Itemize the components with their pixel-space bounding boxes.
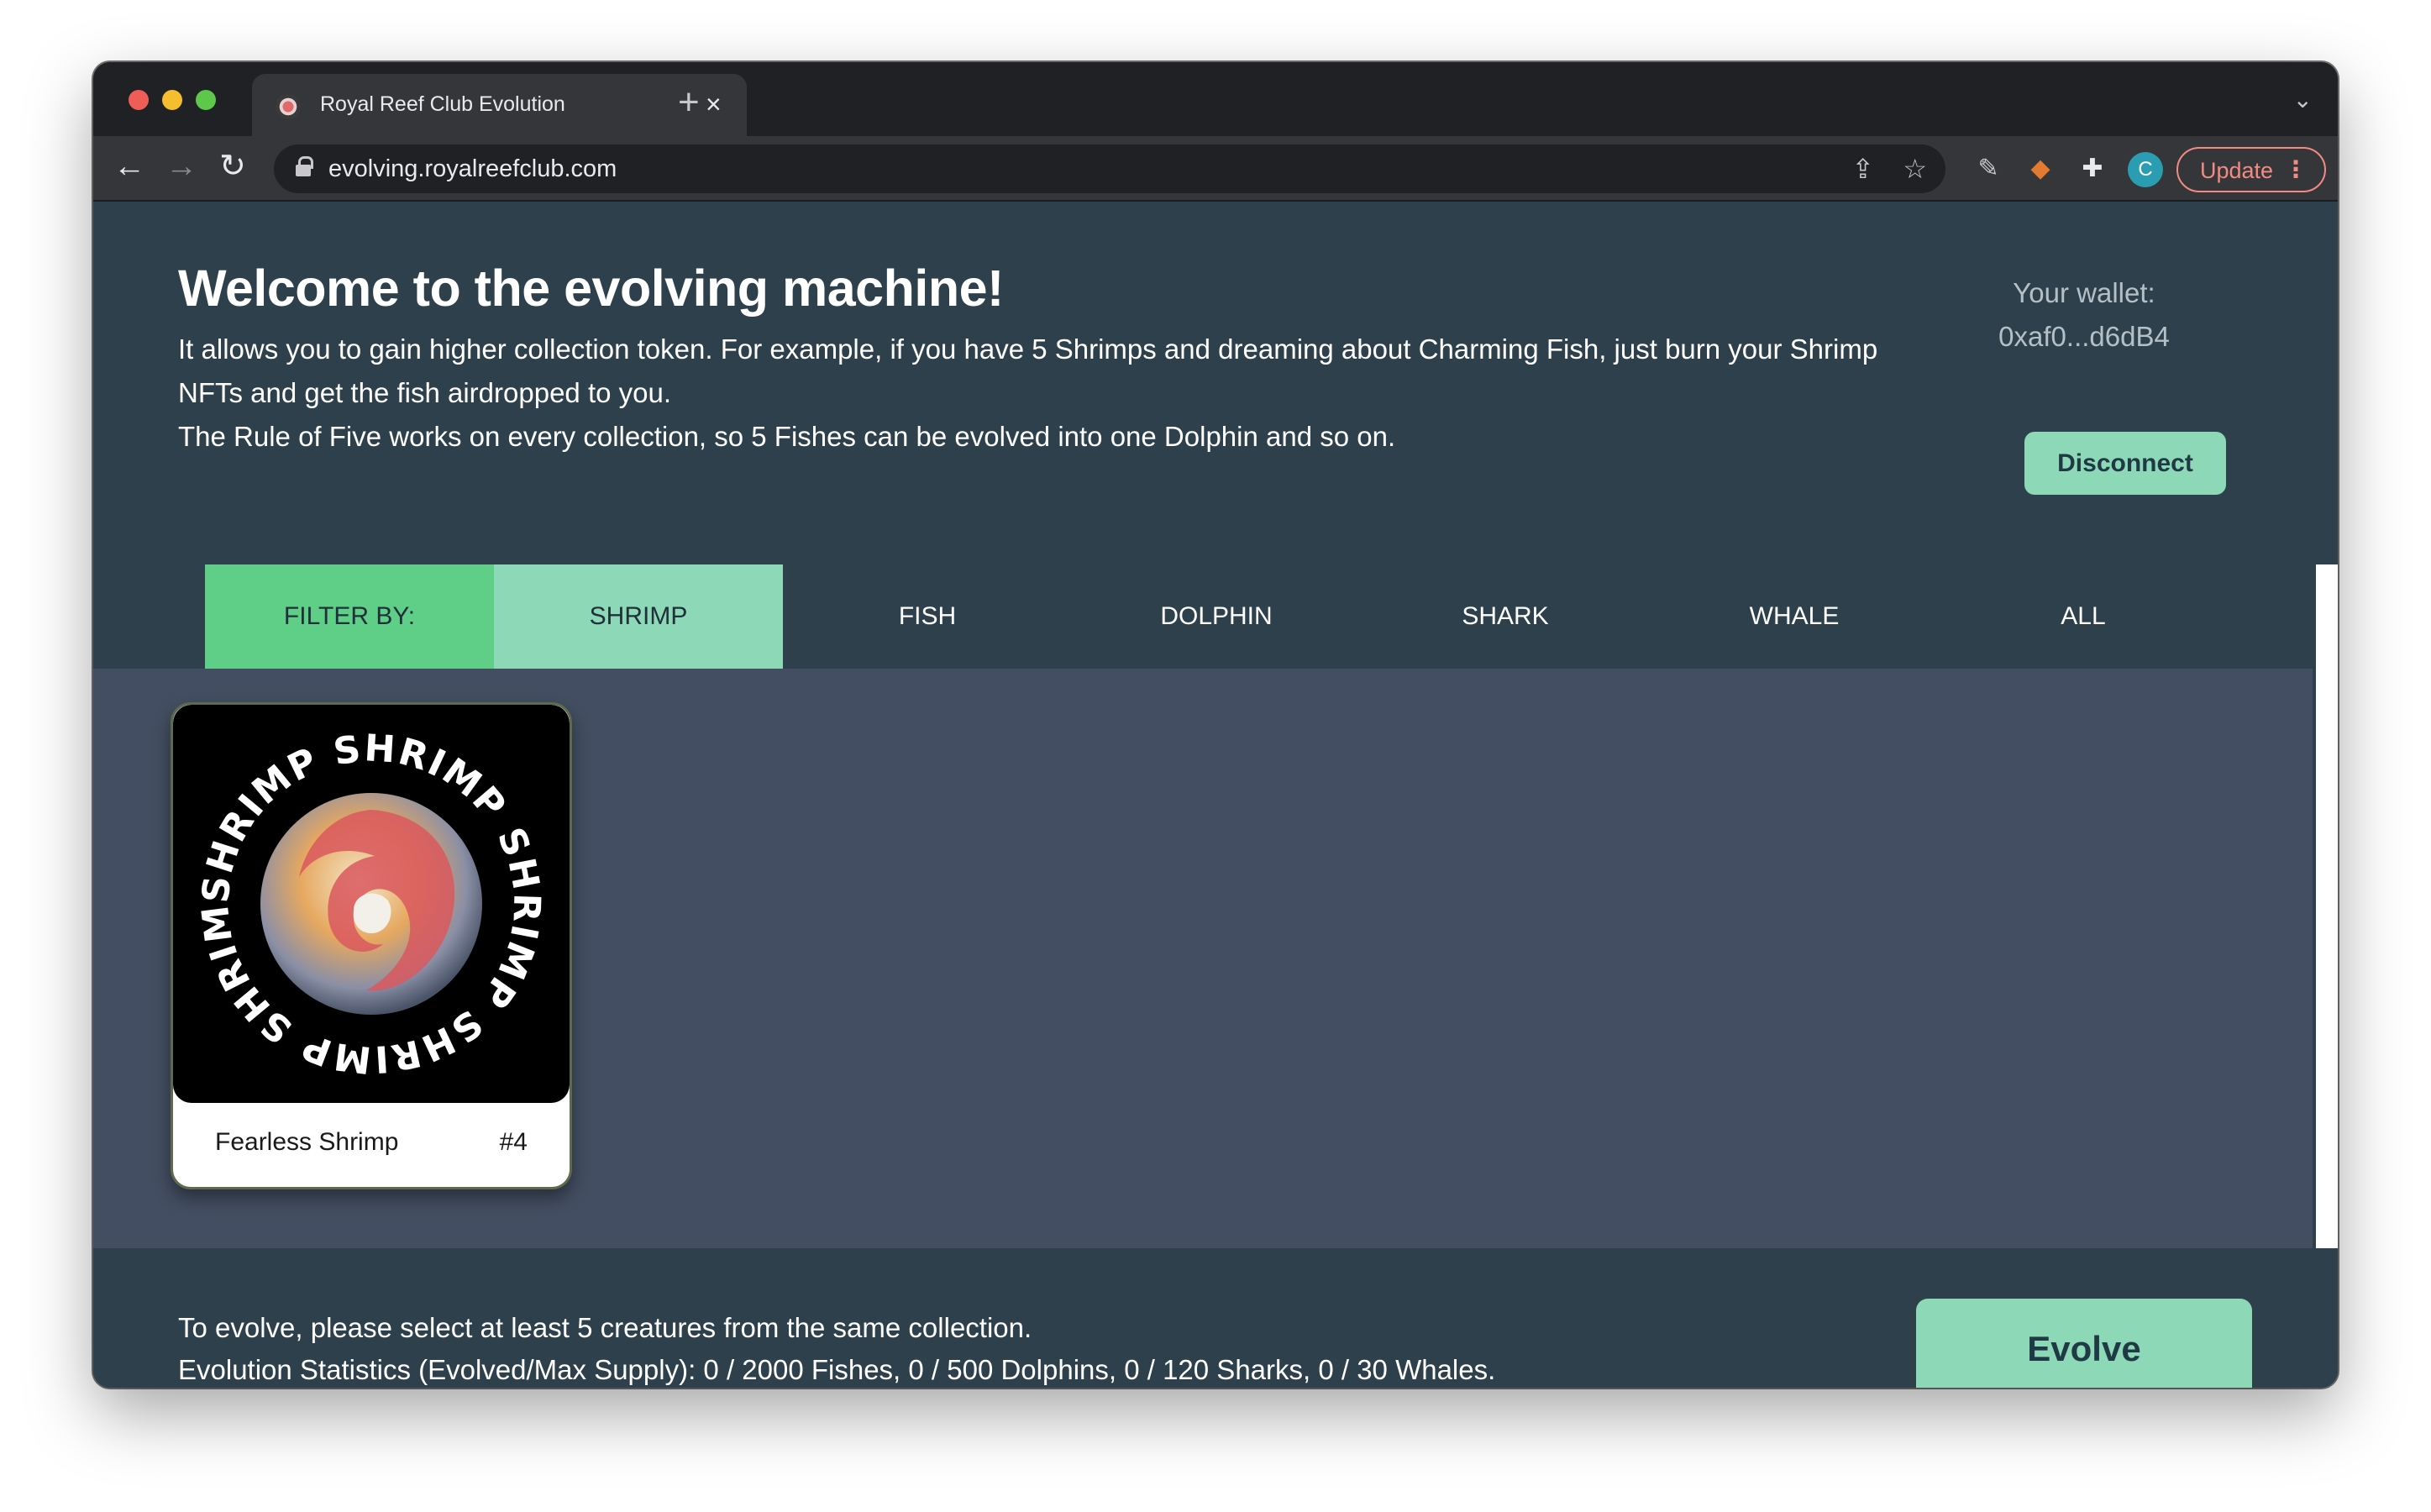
disconnect-button[interactable]: Disconnect bbox=[2024, 432, 2226, 495]
chevron-down-icon[interactable]: ⌄ bbox=[2293, 86, 2313, 113]
wallet-label: Your wallet: bbox=[2013, 277, 2155, 308]
evolve-button[interactable]: Evolve bbox=[1916, 1299, 2252, 1388]
browser-window: Royal Reef Club Evolution × + ⌄ ← → ↻ ev… bbox=[93, 62, 2338, 1388]
browser-tab[interactable]: Royal Reef Club Evolution × bbox=[252, 74, 747, 136]
new-tab-button[interactable]: + bbox=[678, 84, 700, 121]
intro-text: It allows you to gain higher collection … bbox=[178, 328, 1909, 459]
evolution-statistics: Evolution Statistics (Evolved/Max Supply… bbox=[178, 1354, 1496, 1385]
back-arrow-icon[interactable]: ← bbox=[113, 148, 145, 185]
shrimp-emblem-icon: SHRIMP SHRIMP SHRIMP SHRIMP SHRIMP bbox=[173, 705, 546, 1081]
update-button[interactable]: Update ⋮ bbox=[2176, 147, 2326, 192]
intro-line-1: It allows you to gain higher collection … bbox=[178, 333, 1878, 408]
filter-tab-shrimp[interactable]: SHRIMP bbox=[494, 564, 783, 669]
filter-tab-dolphin[interactable]: DOLPHIN bbox=[1072, 564, 1361, 669]
metamask-fox-icon[interactable]: ◆ bbox=[2022, 150, 2059, 187]
page-title: Welcome to the evolving machine! bbox=[178, 260, 1004, 317]
update-label: Update bbox=[2200, 158, 2274, 183]
footer-bar: To evolve, please select at least 5 crea… bbox=[93, 1248, 2338, 1388]
filter-tab-whale[interactable]: WHALE bbox=[1650, 564, 1939, 669]
nft-card[interactable]: SHRIMP SHRIMP SHRIMP SHRIMP SHRIMP Fearl… bbox=[171, 702, 572, 1189]
address-bar[interactable]: evolving.royalreefclub.com ⇪ ☆ bbox=[274, 144, 1945, 193]
close-window-button[interactable] bbox=[129, 90, 149, 110]
card-id: #4 bbox=[499, 1128, 528, 1156]
forward-arrow-icon[interactable]: → bbox=[165, 148, 197, 185]
reload-icon[interactable]: ↻ bbox=[219, 148, 246, 185]
filter-tab-fish[interactable]: FISH bbox=[783, 564, 1072, 669]
browser-toolbar: ← → ↻ evolving.royalreefclub.com ⇪ ☆ ✎ ◆… bbox=[93, 136, 2338, 202]
filter-label: FILTER BY: bbox=[205, 564, 494, 669]
filter-tab-all[interactable]: ALL bbox=[1939, 564, 2228, 669]
page-content: Welcome to the evolving machine! It allo… bbox=[93, 202, 2338, 1388]
intro-line-2: The Rule of Five works on every collecti… bbox=[178, 421, 1396, 452]
evolve-instructions: To evolve, please select at least 5 crea… bbox=[178, 1312, 1032, 1343]
tab-close-icon[interactable]: × bbox=[706, 87, 722, 121]
tab-title: Royal Reef Club Evolution bbox=[320, 92, 565, 116]
menu-dots-icon: ⋮ bbox=[2284, 156, 2308, 182]
maximize-window-button[interactable] bbox=[196, 90, 216, 110]
lock-icon[interactable] bbox=[296, 156, 313, 176]
minimize-window-button[interactable] bbox=[162, 90, 182, 110]
avatar[interactable]: C bbox=[2128, 152, 2163, 187]
footer-text: To evolve, please select at least 5 crea… bbox=[178, 1307, 1495, 1388]
url-text[interactable]: evolving.royalreefclub.com bbox=[328, 155, 617, 183]
star-icon[interactable]: ☆ bbox=[1903, 153, 1927, 185]
pen-extension-icon[interactable]: ✎ bbox=[1970, 150, 2007, 187]
favicon-icon bbox=[276, 94, 301, 119]
puzzle-extension-icon[interactable]: ✚ bbox=[2074, 150, 2111, 187]
scrollbar-edge bbox=[2313, 564, 2316, 1248]
shrimp-nft-image: SHRIMP SHRIMP SHRIMP SHRIMP SHRIMP bbox=[173, 705, 570, 1103]
filter-tab-shark[interactable]: SHARK bbox=[1361, 564, 1650, 669]
share-icon[interactable]: ⇪ bbox=[1851, 153, 1874, 185]
filter-bar: FILTER BY: SHRIMP FISH DOLPHIN SHARK WHA… bbox=[93, 564, 2313, 669]
card-name: Fearless Shrimp bbox=[215, 1128, 399, 1156]
scrollbar[interactable] bbox=[2313, 564, 2338, 1248]
title-bar: Royal Reef Club Evolution × + ⌄ bbox=[93, 62, 2338, 136]
wallet-address: 0xaf0...d6dB4 bbox=[1998, 321, 2170, 352]
